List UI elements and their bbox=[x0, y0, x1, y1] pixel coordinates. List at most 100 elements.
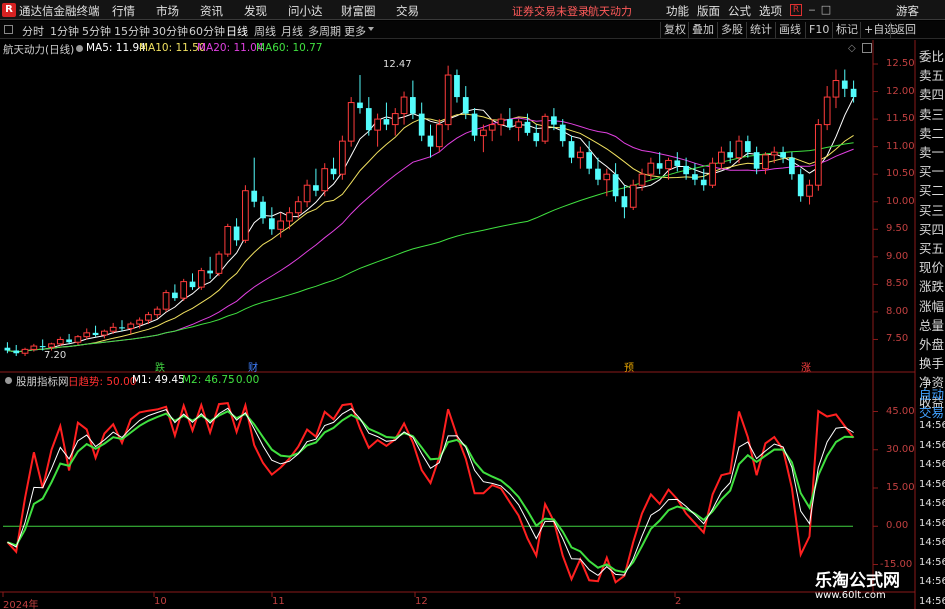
maximize-icon[interactable]: □ bbox=[820, 4, 832, 16]
candle-body bbox=[294, 201, 302, 214]
menu-function[interactable]: 功能 bbox=[666, 3, 689, 19]
candle-body bbox=[145, 314, 152, 321]
menu-market[interactable]: 市场 bbox=[156, 3, 179, 19]
period-daily[interactable]: 日线 bbox=[226, 23, 248, 39]
candle-body bbox=[770, 151, 778, 156]
candle-body bbox=[30, 345, 38, 350]
event-marker-rise[interactable]: 涨 bbox=[801, 359, 811, 374]
indicator-lines bbox=[3, 401, 855, 584]
menu-wenxiaoda[interactable]: 问小达 bbox=[288, 3, 323, 19]
layout-toggle-icon[interactable] bbox=[4, 25, 13, 34]
tool-draw-line[interactable]: 画线 bbox=[775, 22, 804, 38]
candle bbox=[506, 108, 513, 131]
tool-overlay[interactable]: 叠加 bbox=[688, 22, 717, 38]
candle bbox=[260, 196, 266, 224]
candle-body bbox=[444, 74, 452, 126]
candle-body bbox=[551, 116, 557, 125]
candle-body bbox=[242, 190, 249, 241]
tool-back[interactable]: 返回 bbox=[890, 22, 919, 38]
period-60min[interactable]: 60分钟 bbox=[189, 23, 225, 39]
time-label: 14:56 bbox=[919, 517, 945, 529]
candle-body bbox=[391, 113, 399, 126]
candle-body bbox=[559, 124, 566, 142]
candle-body bbox=[313, 185, 319, 191]
tool-statistics[interactable]: 统计 bbox=[746, 22, 775, 38]
menu-layout[interactable]: 版面 bbox=[697, 3, 720, 19]
candle bbox=[251, 157, 258, 208]
diamond-icon[interactable]: ◇ bbox=[848, 43, 856, 54]
period-monthly[interactable]: 月线 bbox=[281, 23, 303, 39]
menu-trade[interactable]: 交易 bbox=[396, 3, 419, 19]
candle bbox=[814, 119, 822, 191]
r-logo-icon[interactable]: R bbox=[790, 4, 802, 16]
chart-area[interactable] bbox=[0, 40, 945, 609]
candle bbox=[383, 102, 390, 131]
period-30min[interactable]: 30分钟 bbox=[152, 23, 188, 39]
candle bbox=[162, 289, 170, 312]
candle-body bbox=[233, 226, 240, 241]
price-tick-label: 9.50 bbox=[886, 223, 909, 235]
menu-news[interactable]: 资讯 bbox=[200, 3, 223, 19]
candle bbox=[762, 152, 769, 175]
trend-label: 日趋势: 50.00 bbox=[68, 376, 137, 388]
candle-body bbox=[321, 168, 329, 192]
side-label-lower[interactable]: 自动 bbox=[919, 384, 945, 403]
expand-icon[interactable] bbox=[862, 43, 872, 53]
candle-body bbox=[789, 157, 795, 175]
period-15min[interactable]: 15分钟 bbox=[114, 23, 150, 39]
price-tick-label: 8.00 bbox=[886, 305, 909, 317]
period-multi[interactable]: 多周期 bbox=[308, 23, 341, 39]
candle-body bbox=[172, 292, 178, 299]
candle-body bbox=[568, 141, 575, 158]
tool-mark[interactable]: 标记 bbox=[832, 22, 861, 38]
period-5min[interactable]: 5分钟 bbox=[82, 23, 111, 39]
menu-wealth-circle[interactable]: 财富圈 bbox=[341, 3, 376, 19]
candle bbox=[612, 163, 619, 202]
zero-label: : 0.00 bbox=[229, 374, 260, 386]
candle-body bbox=[330, 168, 337, 175]
menu-market-quotes[interactable]: 行情 bbox=[112, 3, 135, 19]
candle bbox=[119, 320, 125, 332]
side-label: 现价 bbox=[919, 260, 945, 276]
minimize-icon[interactable]: ‒ bbox=[806, 4, 818, 16]
period-more[interactable]: 更多 bbox=[344, 23, 366, 39]
settings-icon[interactable] bbox=[76, 45, 83, 52]
candle-body bbox=[197, 270, 205, 288]
trade-login-warning[interactable]: 证券交易未登录 bbox=[512, 3, 589, 19]
candle-body bbox=[533, 132, 540, 142]
candle bbox=[233, 218, 240, 246]
indicator-title: 股朋指标网 bbox=[16, 376, 69, 388]
menu-formula[interactable]: 公式 bbox=[728, 3, 751, 19]
price-tick-label: 12.00 bbox=[886, 85, 915, 97]
indicator-settings-icon[interactable] bbox=[5, 377, 12, 384]
tool-adjust[interactable]: 复权 bbox=[660, 22, 689, 38]
tool-multi-stock[interactable]: 多股 bbox=[717, 22, 746, 38]
candle bbox=[709, 157, 716, 188]
menu-discover[interactable]: 发现 bbox=[244, 3, 267, 19]
period-weekly[interactable]: 周线 bbox=[254, 23, 276, 39]
tool-f10[interactable]: F10 bbox=[805, 22, 832, 38]
candle bbox=[674, 152, 681, 172]
candle bbox=[524, 113, 531, 136]
user-guest[interactable]: 游客 bbox=[896, 3, 919, 19]
candle bbox=[576, 146, 584, 169]
date-label-nov: 11 bbox=[272, 596, 285, 607]
side-label: 卖四 bbox=[919, 87, 945, 103]
candle-body bbox=[832, 80, 840, 98]
period-1min[interactable]: 1分钟 bbox=[50, 23, 79, 39]
candle-body bbox=[595, 168, 601, 180]
candle bbox=[101, 329, 108, 339]
candle-body bbox=[101, 330, 108, 336]
chevron-down-icon[interactable] bbox=[368, 27, 374, 31]
side-label-lower[interactable]: 交易 bbox=[919, 402, 945, 421]
event-marker-fall[interactable]: 跌 bbox=[155, 359, 165, 374]
event-marker-finance[interactable]: 财 bbox=[248, 359, 258, 374]
candle-body bbox=[541, 115, 549, 142]
candle bbox=[823, 86, 831, 131]
period-intraday[interactable]: 分时 bbox=[22, 23, 44, 39]
candle bbox=[391, 108, 399, 136]
event-marker-forecast[interactable]: 预 bbox=[624, 359, 634, 374]
menu-options[interactable]: 选项 bbox=[759, 3, 782, 19]
candle-body bbox=[277, 220, 285, 230]
candle-body bbox=[418, 113, 425, 136]
